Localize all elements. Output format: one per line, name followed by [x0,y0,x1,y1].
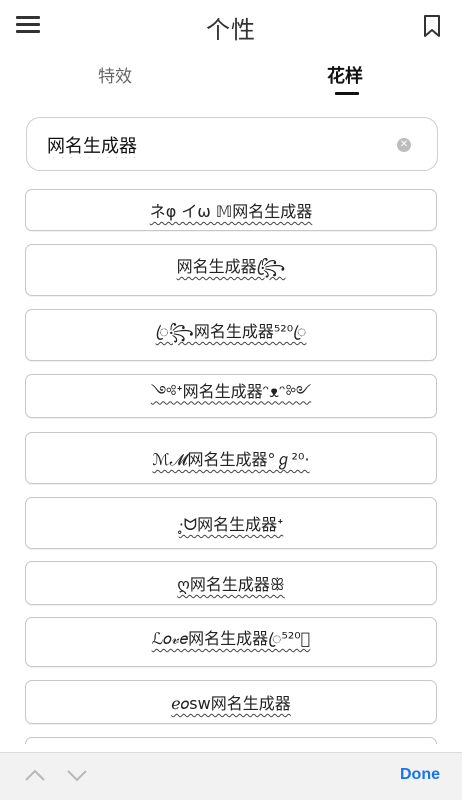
result-item[interactable]: ༺ᕀ网名生成器ᵔᴥᵔ༻ [25,374,437,418]
active-tab-indicator [335,92,359,95]
result-text: ネφ イω 𝕄网名生成器 [149,202,313,221]
bookmark-icon[interactable] [422,14,442,38]
name-input-box: ✕ [26,117,438,171]
result-item[interactable] [25,737,437,744]
tab-bar: 特效 花样 [0,56,462,102]
chevron-down-icon[interactable] [66,767,88,783]
result-text: ℯ𝑜sw网名生成器 [171,694,291,713]
clear-icon[interactable]: ✕ [397,138,411,152]
result-text: ༺ᕀ网名生成器ᵔᴥᵔ༻ [150,381,312,401]
result-text: ℒ𝑜𝓋𝑒网名生成器ꦿ⁵²⁰ꦿ [151,629,311,648]
result-text: ℳ𝓜网名生成器°ℊ²⁰⋅ [152,450,310,469]
chevron-up-icon[interactable] [24,767,46,783]
done-button[interactable]: Done [400,766,440,784]
result-item[interactable]: ネφ イω 𝕄网名生成器 [25,189,437,231]
result-item[interactable]: ꦿ꧂网名生成器⁵²⁰ꦿ [25,309,437,361]
page-title: 个性 [206,16,256,44]
result-item[interactable]: ℳ𝓜网名生成器°ℊ²⁰⋅ [25,432,437,484]
keyboard-accessory-bar: Done [0,752,462,800]
name-input[interactable] [47,132,387,158]
result-item[interactable]: ღ网名生成器ꕥ [25,561,437,605]
result-item[interactable]: ℒ𝑜𝓋𝑒网名生成器ꦿ⁵²⁰ꦿ [25,617,437,667]
result-text: ⋅̥ᗢ网名生成器ᕀ [178,515,284,534]
result-item[interactable]: 网名生成器꧂ꦿ [25,244,437,296]
result-item[interactable]: ℯ𝑜sw网名生成器 [25,680,437,724]
tab-effects[interactable]: 特效 [98,62,132,87]
result-list: ネφ イω 𝕄网名生成器 网名生成器꧂ꦿ ꦿ꧂网名生成器⁵²⁰ꦿ ༺ᕀ网名生成器… [25,189,437,744]
top-bar: 个性 [0,0,462,50]
result-item[interactable]: ⋅̥ᗢ网名生成器ᕀ [25,497,437,549]
result-text: 网名生成器꧂ꦿ [176,257,286,276]
tab-fancy[interactable]: 花样 [327,62,363,88]
result-text: ꦿ꧂网名生成器⁵²⁰ꦿ [155,322,307,341]
app-screen: 个性 特效 花样 ✕ ネφ イω 𝕄网名生成器 网名生成器꧂ꦿ ꦿ꧂网名生成器⁵… [0,0,462,800]
result-text: ღ网名生成器ꕥ [177,575,285,594]
